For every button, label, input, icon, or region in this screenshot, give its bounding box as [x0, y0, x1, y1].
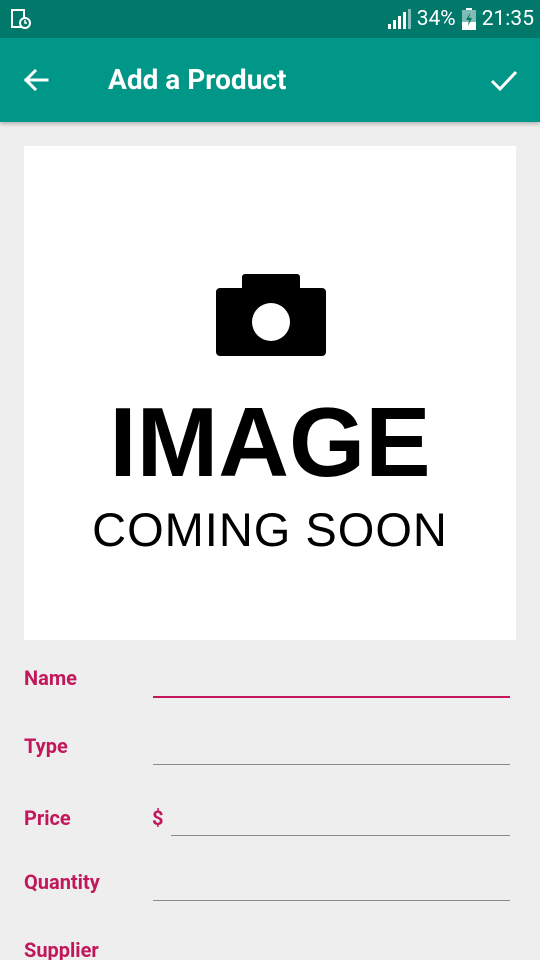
image-subtitle: COMING SOON	[92, 503, 448, 556]
quantity-input[interactable]	[154, 866, 510, 898]
type-label: Type	[24, 734, 68, 758]
status-right: 34% 21:35	[387, 0, 534, 38]
check-icon[interactable]	[488, 64, 520, 96]
quantity-label: Quantity	[24, 870, 100, 894]
arrow-back-icon[interactable]	[20, 64, 52, 96]
image-title: IMAGE	[109, 387, 431, 497]
price-input[interactable]	[172, 800, 510, 832]
product-image[interactable]: IMAGE COMING SOON	[24, 146, 516, 640]
battery-charging-icon	[461, 8, 476, 30]
status-bar: 34% 21:35	[0, 0, 540, 38]
page-title: Add a Product	[108, 63, 287, 96]
app-bar: Add a Product	[0, 38, 540, 122]
type-input[interactable]	[154, 730, 510, 762]
price-underline	[171, 835, 510, 836]
supplier-label: Supplier	[24, 938, 99, 960]
clock: 21:35	[481, 7, 534, 31]
signal-icon	[387, 9, 411, 29]
name-underline	[153, 696, 510, 698]
name-label: Name	[24, 666, 77, 690]
screenshot-notification-icon	[11, 9, 31, 29]
price-label: Price	[24, 806, 71, 830]
quantity-underline	[153, 900, 510, 901]
type-underline	[153, 764, 510, 765]
name-input[interactable]	[154, 662, 510, 694]
camera-icon	[216, 274, 326, 356]
currency-symbol: $	[152, 806, 164, 830]
battery-percentage: 34%	[416, 7, 456, 31]
